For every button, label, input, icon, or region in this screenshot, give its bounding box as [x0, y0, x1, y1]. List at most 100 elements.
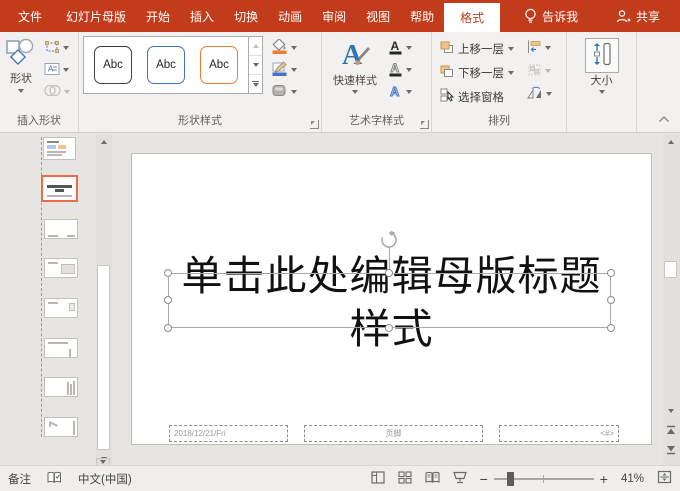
thumbnails-scroll-up-button[interactable] — [96, 135, 112, 148]
zoom-slider-track[interactable] — [494, 478, 594, 480]
tab-home[interactable]: 开始 — [136, 0, 180, 32]
thumbnails-scroll-track[interactable] — [96, 148, 112, 452]
main-scrollbar[interactable] — [662, 135, 680, 465]
main-scroll-up-button[interactable] — [662, 135, 680, 148]
tab-transitions[interactable]: 切换 — [224, 0, 268, 32]
tab-animations[interactable]: 动画 — [268, 0, 312, 32]
shape-style-swatch-orange[interactable]: Abc — [200, 46, 238, 84]
group-objects-button[interactable] — [525, 62, 554, 80]
edit-shape-button[interactable] — [42, 39, 72, 57]
language-indicator[interactable]: 中文(中国) — [78, 471, 132, 487]
resize-handle-top-right[interactable] — [607, 269, 615, 277]
collapse-ribbon-button[interactable] — [658, 112, 670, 126]
group-objects-caret — [545, 69, 551, 73]
merge-shapes-button[interactable] — [42, 83, 72, 101]
ribbon-tab-bar: 文件 幻灯片母版 开始 插入 切换 动画 审阅 视图 帮助 格式 告诉我 共享 — [0, 0, 680, 32]
thumbnail-layout-3[interactable] — [44, 258, 78, 278]
rotate-button[interactable] — [525, 85, 554, 103]
tab-view[interactable]: 视图 — [356, 0, 400, 32]
slide-sorter-view-button[interactable] — [398, 471, 412, 487]
zoom-out-button[interactable]: − — [480, 474, 488, 484]
thumbnail-layout-5[interactable] — [44, 338, 78, 358]
svg-text:A: A — [391, 61, 400, 75]
text-box-icon: A — [44, 62, 60, 79]
shape-outline-button[interactable] — [269, 61, 299, 79]
tab-slide-master[interactable]: 幻灯片母版 — [56, 0, 136, 32]
selection-pane-label: 选择窗格 — [458, 89, 504, 105]
main-scroll-thumb[interactable] — [664, 261, 677, 278]
zoom-slider-thumb[interactable] — [507, 472, 514, 486]
shape-fill-button[interactable] — [269, 39, 299, 57]
slide-number-placeholder[interactable]: <#> — [499, 425, 619, 442]
shape-style-swatch-black[interactable]: Abc — [94, 46, 132, 84]
footer-placeholder[interactable]: 页脚 — [304, 425, 483, 442]
previous-slide-button[interactable] — [664, 425, 678, 440]
thumbnail-layout-6[interactable] — [44, 377, 78, 397]
wordart-dialog-launcher[interactable] — [420, 120, 429, 129]
share-button[interactable]: 共享 — [606, 0, 670, 32]
thumbnail-layout-2[interactable] — [44, 219, 78, 239]
resize-handle-middle-left[interactable] — [164, 296, 172, 304]
rotation-handle-icon[interactable] — [379, 230, 399, 253]
reading-view-button[interactable] — [425, 471, 440, 487]
thumbnails-scroll-thumb[interactable] — [97, 265, 110, 450]
fit-to-window-button[interactable] — [657, 470, 672, 487]
normal-view-button[interactable] — [371, 471, 385, 487]
resize-handle-bottom-center[interactable] — [385, 324, 393, 332]
slideshow-view-button[interactable] — [453, 471, 467, 487]
proofing-book-icon[interactable] — [47, 471, 62, 487]
merge-shapes-icon — [44, 84, 61, 100]
resize-handle-top-left[interactable] — [164, 269, 172, 277]
selection-pane-button[interactable]: 选择窗格 — [437, 87, 517, 106]
group-caption-arrange: 排列 — [432, 114, 566, 132]
text-outline-button[interactable]: A — [386, 61, 414, 79]
resize-handle-bottom-left[interactable] — [164, 324, 172, 332]
date-placeholder[interactable]: 2018/12/21/Fri — [169, 425, 288, 442]
gallery-scroll-down-button[interactable] — [249, 56, 262, 75]
quick-styles-button[interactable]: A 快速样式 — [328, 36, 382, 114]
edit-shape-caret — [63, 46, 69, 50]
send-backward-button[interactable]: 下移一层 — [437, 63, 517, 82]
tell-me-button[interactable]: 告诉我 — [514, 0, 588, 32]
group-arrange: 上移一层 下移一层 选择窗格 — [432, 32, 567, 132]
shape-style-swatch-blue[interactable]: Abc — [147, 46, 185, 84]
tab-format-active[interactable]: 格式 — [444, 3, 500, 32]
insert-shapes-button[interactable]: 形状 — [0, 36, 42, 114]
text-box-button[interactable]: A — [42, 61, 72, 79]
text-effects-button[interactable]: A — [386, 83, 414, 101]
zoom-in-button[interactable]: + — [600, 474, 608, 484]
thumbnail-layout-4[interactable] — [44, 298, 78, 318]
zoom-slider: − + — [480, 474, 608, 484]
bring-forward-button[interactable]: 上移一层 — [437, 39, 517, 58]
shape-effects-button[interactable] — [269, 83, 299, 101]
align-button[interactable] — [525, 39, 554, 57]
main-scroll-down-button[interactable] — [663, 404, 679, 417]
tab-insert[interactable]: 插入 — [180, 0, 224, 32]
gallery-more-button[interactable] — [249, 75, 262, 93]
title-placeholder-selection-box[interactable] — [168, 273, 611, 328]
size-button[interactable]: 大小 — [580, 36, 624, 114]
bring-forward-icon — [440, 41, 454, 57]
gallery-scroll-up-button[interactable] — [249, 37, 262, 56]
notes-toggle-button[interactable]: 备注 — [8, 471, 31, 487]
resize-handle-middle-right[interactable] — [607, 296, 615, 304]
next-slide-button[interactable] — [664, 443, 678, 458]
thumbnails-scrollbar[interactable] — [96, 135, 112, 465]
main-scroll-track[interactable] — [662, 148, 680, 465]
tab-file[interactable]: 文件 — [4, 0, 56, 32]
text-fill-button[interactable]: A — [386, 39, 414, 57]
thumbnail-master[interactable] — [43, 137, 76, 160]
shape-styles-dialog-launcher[interactable] — [310, 120, 319, 129]
shape-styles-gallery: Abc Abc Abc — [83, 36, 263, 94]
tab-help[interactable]: 帮助 — [400, 0, 444, 32]
zoom-percentage[interactable]: 41% — [621, 473, 644, 485]
send-backward-label: 下移一层 — [458, 65, 504, 81]
resize-handle-bottom-right[interactable] — [607, 324, 615, 332]
slide-canvas[interactable]: 单击此处编辑母版标题 样式 2018/12/21/Fri 页脚 <#> — [131, 153, 652, 445]
thumbnail-title-layout-selected[interactable] — [41, 175, 78, 202]
size-icon — [585, 38, 619, 73]
lightbulb-icon — [524, 8, 537, 24]
resize-handle-top-center[interactable] — [385, 269, 393, 277]
tab-review[interactable]: 审阅 — [312, 0, 356, 32]
thumbnail-layout-7[interactable] — [44, 417, 78, 437]
